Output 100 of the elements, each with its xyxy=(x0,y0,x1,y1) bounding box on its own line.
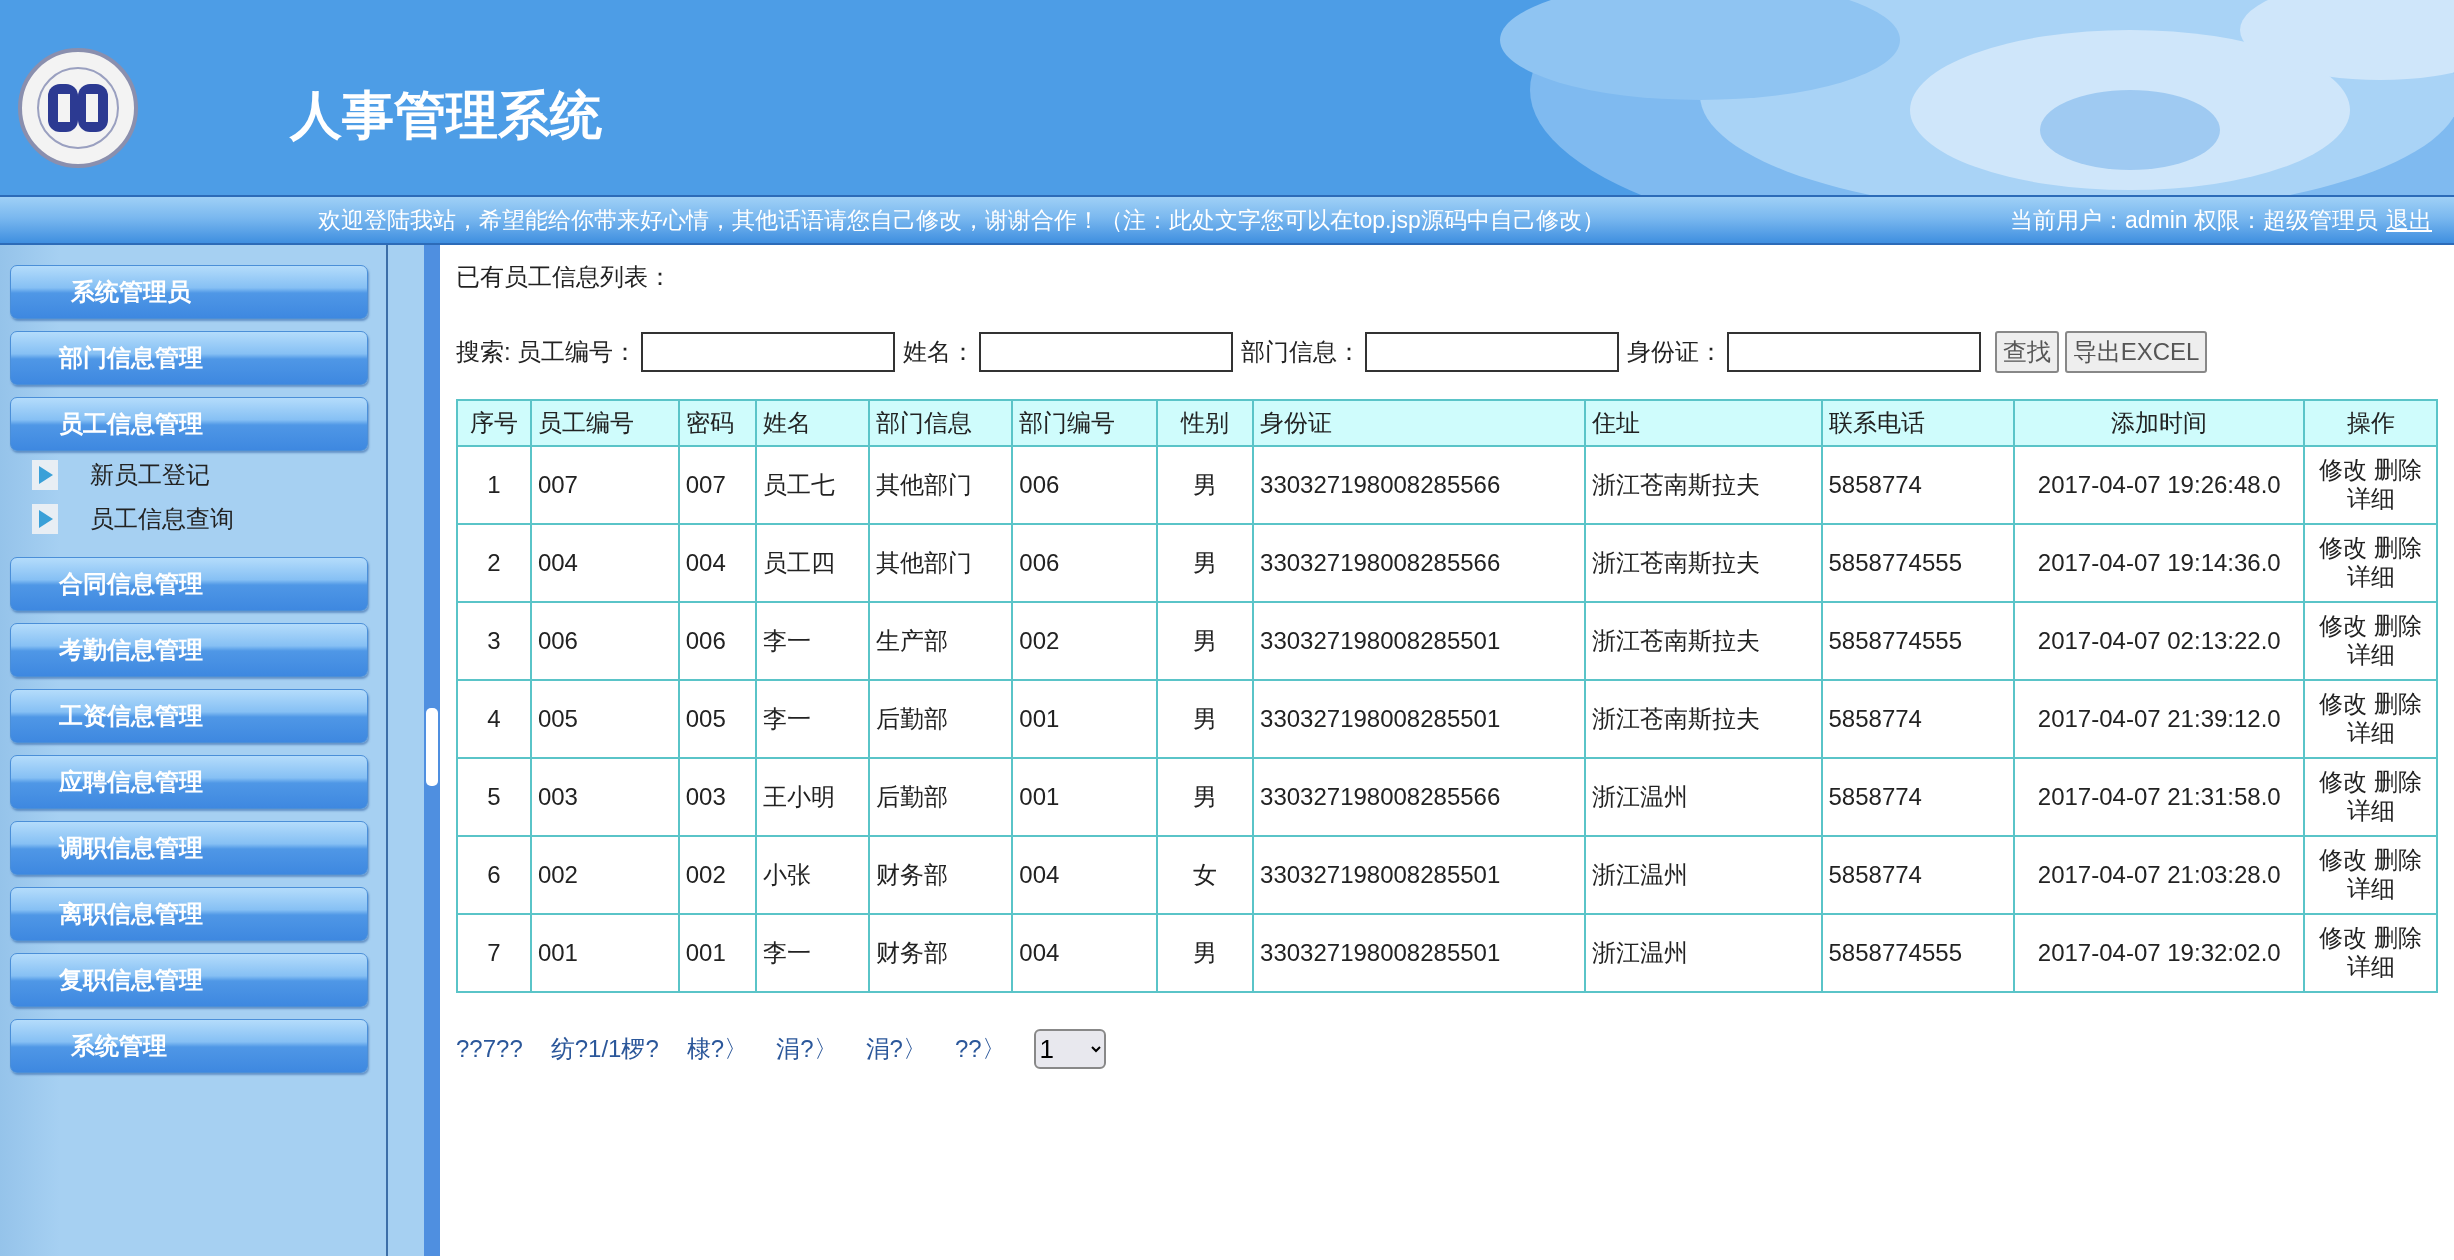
table-cell: 3 xyxy=(457,602,531,680)
field-label: 部门信息： xyxy=(1240,337,1361,367)
table-cell: 001 xyxy=(678,914,756,992)
column-header: 姓名 xyxy=(755,400,869,446)
table-cell: 005 xyxy=(678,680,756,758)
table-cell: 6 xyxy=(457,836,531,914)
table-cell: 2017-04-07 02:13:22.0 xyxy=(2014,602,2305,680)
table-cell: 5858774 xyxy=(1821,836,2015,914)
edit-link[interactable]: 修改 xyxy=(2319,534,2368,562)
details-link[interactable]: 详细 xyxy=(2346,953,2395,980)
column-header: 序号 xyxy=(457,400,531,446)
details-link[interactable]: 详细 xyxy=(2346,875,2395,902)
table-cell: 浙江苍南斯拉夫 xyxy=(1584,602,1822,680)
delete-link[interactable]: 删除 xyxy=(2373,768,2422,796)
delete-link[interactable]: 删除 xyxy=(2373,924,2422,952)
table-cell: 男 xyxy=(1157,602,1254,680)
table-cell: 330327198008285501 xyxy=(1253,836,1585,914)
table-cell: 浙江苍南斯拉夫 xyxy=(1584,680,1822,758)
column-header: 密码 xyxy=(678,400,756,446)
input-field[interactable] xyxy=(1726,332,1981,372)
input-field[interactable] xyxy=(1364,332,1619,372)
table-cell: 001 xyxy=(1012,680,1158,758)
table-cell: 003 xyxy=(530,758,679,836)
export-button[interactable]: 导出EXCEL xyxy=(2064,331,2208,373)
table-cell: 5858774555 xyxy=(1821,602,2015,680)
pagination-link[interactable]: 棣?〉 xyxy=(686,1031,749,1067)
table-cell: 李一 xyxy=(755,680,869,758)
table-cell: 330327198008285566 xyxy=(1253,446,1585,524)
edit-link[interactable]: 修改 xyxy=(2319,612,2368,640)
table-cell: 007 xyxy=(530,446,679,524)
table-cell: 002 xyxy=(530,836,679,914)
column-header: 部门编号 xyxy=(1012,400,1158,446)
table-cell: 330327198008285501 xyxy=(1253,680,1585,758)
edit-link[interactable]: 修改 xyxy=(2319,924,2368,952)
table-cell: 女 xyxy=(1157,836,1254,914)
table-cell: 2017-04-07 21:03:28.0 xyxy=(2014,836,2305,914)
details-link[interactable]: 详细 xyxy=(2346,485,2395,512)
table-cell: 002 xyxy=(1012,602,1158,680)
delete-link[interactable]: 删除 xyxy=(2373,690,2422,718)
details-link[interactable]: 详细 xyxy=(2346,797,2395,824)
table-cell: 男 xyxy=(1157,680,1254,758)
pagination-link[interactable]: 涓?〉 xyxy=(776,1031,838,1067)
table-cell: 003 xyxy=(678,758,756,836)
table-cell: 006 xyxy=(530,602,679,680)
column-header: 操作 xyxy=(2304,400,2437,446)
table-cell: 4 xyxy=(457,680,531,758)
pagination-link[interactable]: ??7?? xyxy=(456,1031,523,1067)
table-cell: 后勤部 xyxy=(868,758,1013,836)
input-field[interactable] xyxy=(978,332,1233,372)
table-cell: 浙江温州 xyxy=(1584,914,1822,992)
edit-link[interactable]: 修改 xyxy=(2319,456,2368,484)
table-cell: 员工四 xyxy=(755,524,869,602)
field-label: 姓名： xyxy=(902,337,975,367)
pagination-link[interactable]: 纺?1/1椤? xyxy=(550,1031,659,1067)
table-cell: 员工七 xyxy=(755,446,869,524)
pagination-link[interactable]: 涓?〉 xyxy=(865,1031,927,1067)
table-cell: 2017-04-07 19:14:36.0 xyxy=(2014,524,2305,602)
table-cell: 李一 xyxy=(755,602,869,680)
table-cell: 006 xyxy=(1012,446,1158,524)
delete-link[interactable]: 删除 xyxy=(2373,534,2422,562)
table-cell: 其他部门 xyxy=(868,524,1013,602)
details-link[interactable]: 详细 xyxy=(2346,563,2395,590)
table-cell: 005 xyxy=(530,680,679,758)
sidebar-subitem[interactable]: 新员工登记 xyxy=(32,457,386,493)
table-cell: 财务部 xyxy=(868,836,1013,914)
table-cell: 7 xyxy=(457,914,531,992)
delete-link[interactable]: 删除 xyxy=(2373,612,2422,640)
table-cell: 5 xyxy=(457,758,531,836)
table-cell: 330327198008285566 xyxy=(1253,524,1585,602)
table-cell: 002 xyxy=(678,836,756,914)
column-header: 性别 xyxy=(1157,400,1254,446)
delete-link[interactable]: 删除 xyxy=(2373,846,2422,874)
edit-link[interactable]: 修改 xyxy=(2319,768,2368,796)
table-cell: 后勤部 xyxy=(868,680,1013,758)
delete-link[interactable]: 删除 xyxy=(2373,456,2422,484)
table-cell: 王小明 xyxy=(755,758,869,836)
table-cell: 5858774555 xyxy=(1821,524,2015,602)
edit-link[interactable]: 修改 xyxy=(2319,690,2368,718)
details-link[interactable]: 详细 xyxy=(2346,641,2395,668)
table-cell: 004 xyxy=(530,524,679,602)
edit-link[interactable]: 修改 xyxy=(2319,846,2368,874)
table-cell: 浙江温州 xyxy=(1584,836,1822,914)
table-cell: 李一 xyxy=(755,914,869,992)
table-cell: 2017-04-07 19:26:48.0 xyxy=(2014,446,2305,524)
app-title: 人事管理系统 xyxy=(290,85,602,146)
search-button[interactable]: 查找 xyxy=(1994,331,2059,373)
page-select[interactable]: 1 xyxy=(1033,1029,1106,1069)
field-label: 员工编号： xyxy=(516,337,637,367)
table-cell: 2017-04-07 21:39:12.0 xyxy=(2014,680,2305,758)
collapse-handle[interactable] xyxy=(426,708,438,786)
input-field[interactable] xyxy=(640,332,895,372)
table-cell: 5858774 xyxy=(1821,758,2015,836)
table-cell: 浙江温州 xyxy=(1584,758,1822,836)
table-cell: 330327198008285566 xyxy=(1253,758,1585,836)
sidebar-subitem[interactable]: 员工信息查询 xyxy=(32,501,386,537)
details-link[interactable]: 详细 xyxy=(2346,719,2395,746)
table-cell: 浙江苍南斯拉夫 xyxy=(1584,446,1822,524)
table-cell: 006 xyxy=(678,602,756,680)
table-cell: 004 xyxy=(1012,836,1158,914)
pagination-link[interactable]: ??〉 xyxy=(954,1031,1006,1067)
